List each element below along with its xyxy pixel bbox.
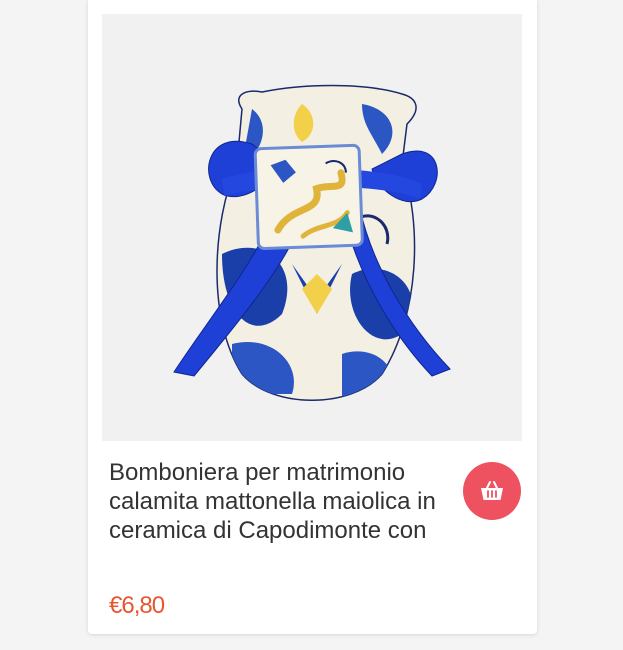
add-to-cart-button[interactable] [463, 462, 521, 520]
basket-icon [481, 481, 503, 500]
product-card[interactable]: Bomboniera per matrimonio calamita matto… [88, 0, 537, 634]
product-title[interactable]: Bomboniera per matrimonio calamita matto… [109, 458, 449, 545]
product-price: €6,80 [109, 592, 165, 619]
product-image[interactable] [102, 14, 522, 441]
product-photo [173, 84, 451, 401]
